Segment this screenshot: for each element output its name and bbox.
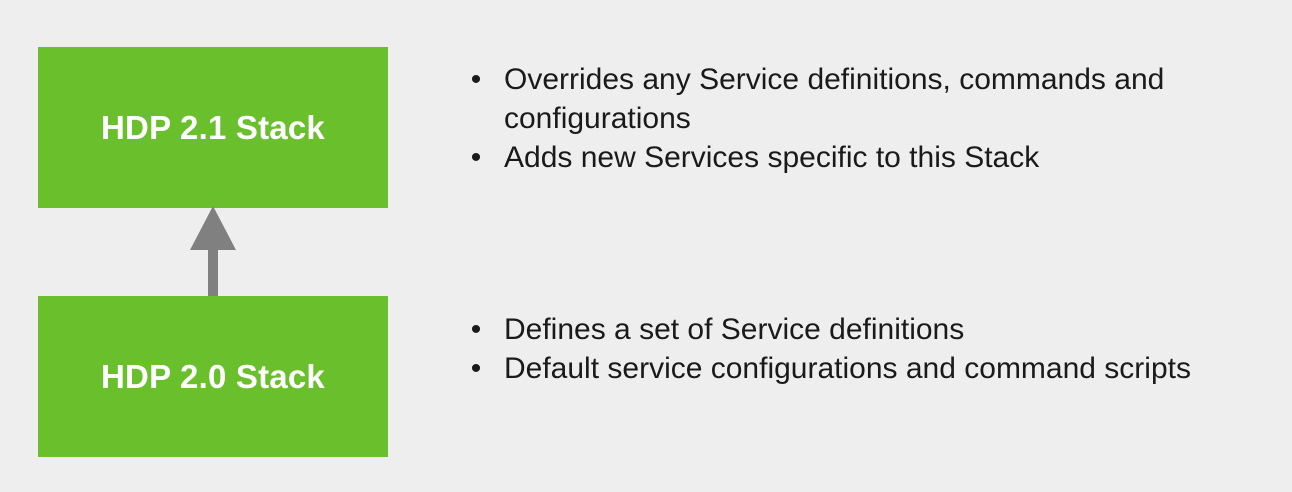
bullet-item: • Overrides any Service definitions, com… [466,60,1292,138]
bullet-dot: • [470,313,482,346]
arrow-shaft [208,246,218,298]
bullet-item: • Adds new Services specific to this Sta… [466,138,1292,177]
stack-label: HDP 2.1 Stack [101,108,325,146]
bullet-text: Overrides any Service definitions, comma… [504,63,1165,135]
arrow-head [190,206,236,250]
hdp-2-1-stack-box: HDP 2.1 Stack [38,47,388,208]
bullet-text: Defines a set of Service definitions [504,313,965,346]
bullet-text: Adds new Services specific to this Stack [504,141,1040,174]
stack-label: HDP 2.0 Stack [101,357,325,395]
hdp-2-0-bullet-list: • Defines a set of Service definitions •… [466,310,1191,388]
bullet-item: • Defines a set of Service definitions [466,310,1191,349]
bullet-item: • Default service configurations and com… [466,349,1191,388]
diagram-canvas: HDP 2.1 Stack HDP 2.0 Stack • Overrides … [0,0,1292,492]
bullet-dot: • [470,141,482,174]
bullet-text: Default service configurations and comma… [504,352,1191,385]
hdp-2-0-stack-box: HDP 2.0 Stack [38,296,388,457]
bullet-dot: • [470,352,482,385]
hdp-2-1-bullet-list: • Overrides any Service definitions, com… [466,60,1292,177]
bullet-dot: • [470,63,482,96]
inheritance-arrow-icon [190,206,236,298]
